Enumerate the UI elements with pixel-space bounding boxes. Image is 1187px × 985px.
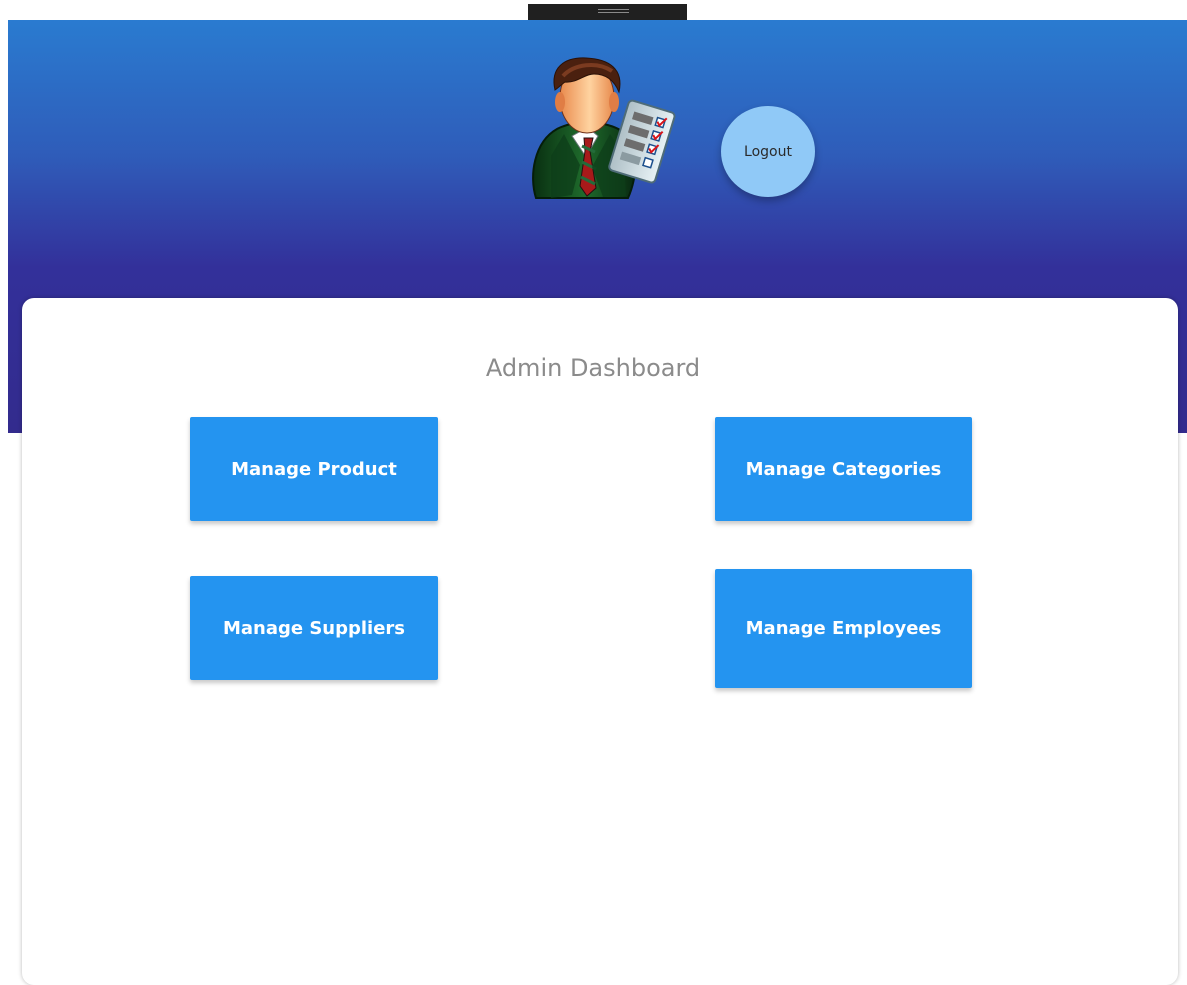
manage-categories-button[interactable]: Manage Categories (715, 417, 972, 521)
manage-employees-button[interactable]: Manage Employees (715, 569, 972, 688)
top-drag-handle[interactable] (528, 4, 687, 20)
handle-line (598, 9, 629, 10)
admin-dashboard-card: Admin Dashboard Manage Product Manage Ca… (22, 298, 1178, 985)
handle-line (598, 12, 629, 13)
logout-button[interactable]: Logout (721, 106, 815, 197)
admin-user-checklist-icon (526, 56, 678, 202)
manage-suppliers-button[interactable]: Manage Suppliers (190, 576, 438, 680)
page-title: Admin Dashboard (485, 354, 701, 383)
manage-product-button[interactable]: Manage Product (190, 417, 438, 521)
